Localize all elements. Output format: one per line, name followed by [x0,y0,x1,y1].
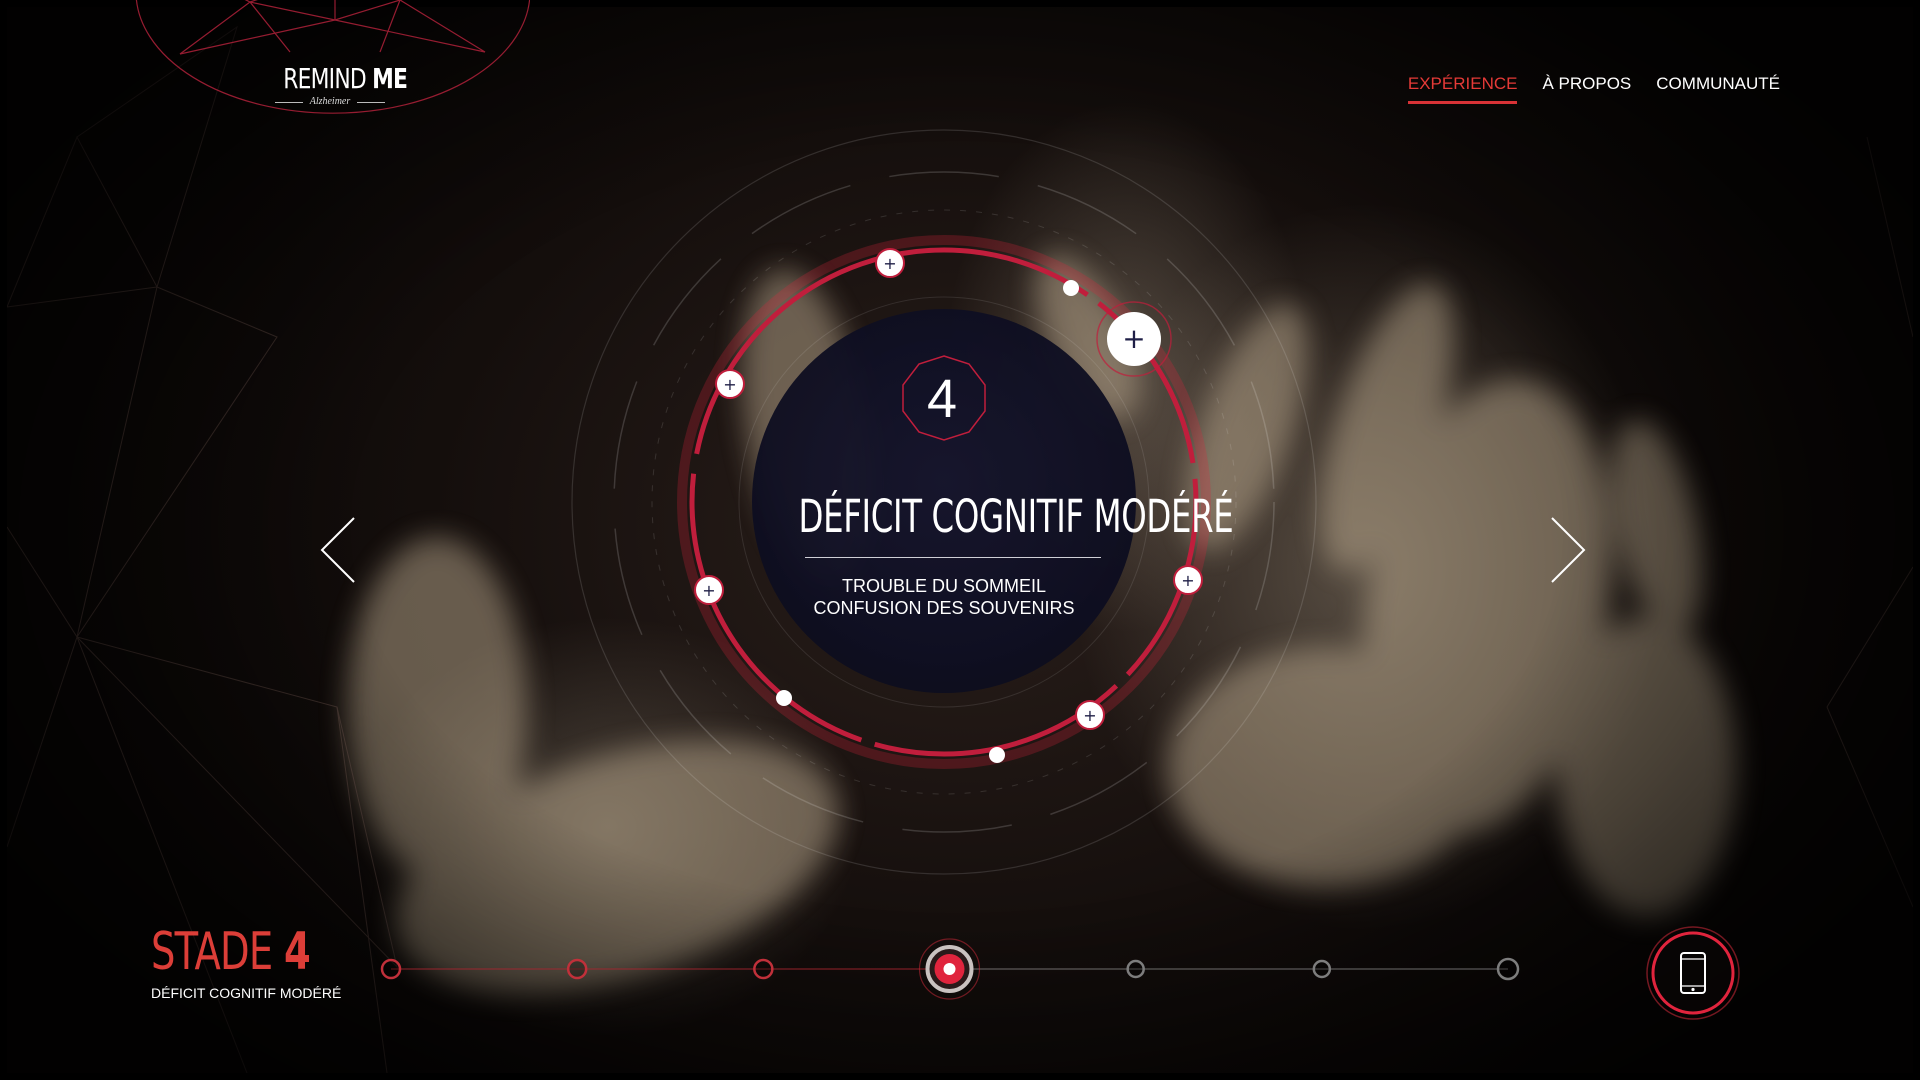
title-divider [805,557,1101,558]
plus-icon: + [702,581,715,600]
timeline-stage-3[interactable] [753,958,774,980]
symptom-item: CONFUSION DES SOUVENIRS [813,598,1075,618]
hotspot-button[interactable]: + [715,369,745,399]
hotspot-button[interactable]: + [1075,700,1105,730]
stage-title: DÉFICIT COGNITIF MODÉRÉ [798,490,1234,543]
previous-stage-button[interactable] [310,512,360,588]
next-stage-button[interactable] [1546,512,1596,588]
timeline-stage-4[interactable] [918,938,981,1000]
hotspot-button[interactable]: + [875,248,905,278]
nav-communaute[interactable]: COMMUNAUTÉ [1656,74,1780,104]
symptom-item: TROUBLE DU SOMMEIL [841,576,1047,596]
plus-icon: + [883,254,896,273]
plus-icon: + [1122,322,1145,355]
timeline-stage-7[interactable] [1496,957,1520,981]
chevron-right-icon [1551,517,1586,583]
plus-icon: + [1181,571,1194,590]
plus-icon: + [1083,706,1096,725]
logo-subtitle: Alzheimer [275,96,385,107]
timeline-stage-6[interactable] [1312,959,1332,979]
chevron-left-icon [320,517,355,583]
stage-symptoms: TROUBLE DU SOMMEIL CONFUSION DES SOUVENI… [742,575,1146,619]
hotspot-button[interactable]: + [694,575,724,605]
current-stage-caption: DÉFICIT COGNITIF MODÉRÉ [151,985,342,1001]
logo-title: REMIND ME [283,62,408,95]
nav-experience[interactable]: EXPÉRIENCE [1407,74,1517,104]
mobile-app-button[interactable] [1645,925,1741,1021]
current-stage-label: STADE 4 [151,922,311,982]
hotspot-button-large[interactable]: + [1096,301,1172,377]
smartphone-icon [1646,926,1740,1020]
logo[interactable]: REMIND ME Alzheimer [130,0,530,122]
hotspot-button[interactable]: + [1173,565,1203,595]
main-nav: EXPÉRIENCE À PROPOS COMMUNAUTÉ [1407,74,1780,104]
stage-number: 4 [926,369,958,429]
timeline-stage-5[interactable] [1126,959,1145,979]
nav-a-propos[interactable]: À PROPOS [1542,74,1631,104]
timeline-stage-2[interactable] [566,958,588,980]
plus-icon: + [723,375,736,394]
timeline-stage-1[interactable] [380,958,402,980]
